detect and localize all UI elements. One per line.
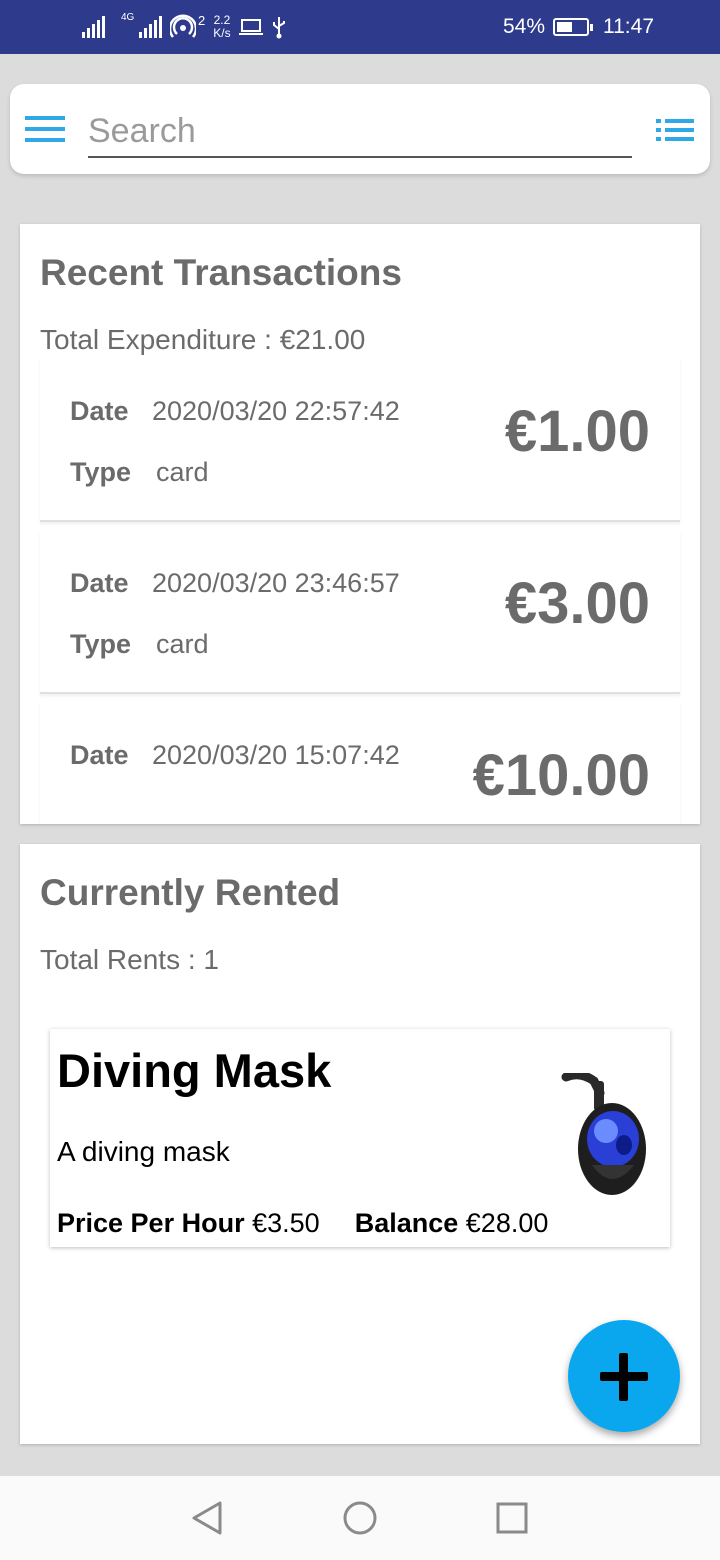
navigation-bar [0,1476,720,1560]
total-rents: Total Rents : 1 [40,944,219,975]
laptop-icon [238,19,263,35]
status-icons-left: 4G 2 2.2 K/s [82,10,287,44]
rental-item-description: A diving mask [57,1136,230,1167]
rental-item-name: Diving Mask [57,1044,332,1097]
diving-mask-image [561,1073,646,1195]
transaction-date: 2020/03/20 22:57:42 [152,396,400,426]
usb-icon [272,17,285,39]
home-icon[interactable] [340,1500,380,1536]
add-button[interactable] [568,1320,680,1432]
search-input[interactable] [88,106,632,158]
transaction-type: card [156,457,209,487]
price-per-hour-value: €3.50 [252,1208,320,1238]
search-bar [10,84,710,174]
battery-charging-icon [553,18,593,36]
recents-icon[interactable] [492,1500,532,1536]
transaction-amount: €3.00 [504,571,650,636]
signal-4g-icon: 4G [119,12,162,38]
recent-transactions-title: Recent Transactions [40,252,402,293]
recent-transactions-card: Recent Transactions Total Expenditure : … [20,224,700,824]
clock: 11:47 [603,15,654,38]
date-label: Date [70,396,129,426]
status-bar: 4G 2 2.2 K/s 54% 11:47 [0,0,720,54]
hotspot-icon [170,14,196,38]
battery-level-fill [557,22,573,32]
transaction-date: 2020/03/20 15:07:42 [152,740,400,770]
rental-item-meta: Price Per Hour €3.50 Balance €28.00 [57,1208,548,1239]
transaction-type: card [156,629,209,659]
list-view-icon[interactable] [656,118,694,142]
status-icons-right: 54% 11:47 [503,10,654,44]
rental-item-card[interactable]: Diving Mask A diving mask Price Per Hour… [50,1029,670,1247]
total-expenditure: Total Expenditure : €21.00 [40,324,366,355]
hotspot-count: 2 [198,12,206,28]
back-icon[interactable] [188,1500,228,1536]
type-label: Type [70,629,132,659]
transaction-item[interactable]: Date 2020/03/20 22:57:42 Type card €1.00 [40,358,680,522]
balance-label: Balance [354,1208,459,1238]
signal-icon [82,16,105,38]
transaction-date: 2020/03/20 23:46:57 [152,568,400,598]
transaction-item[interactable]: Date 2020/03/20 15:07:42 €10.00 [40,702,680,824]
currently-rented-title: Currently Rented [40,872,341,913]
transaction-amount: €1.00 [504,399,650,464]
transaction-item[interactable]: Date 2020/03/20 23:46:57 Type card €3.00 [40,530,680,694]
transaction-amount: €10.00 [472,743,650,808]
battery-percentage: 54% [502,15,545,38]
date-label: Date [70,740,129,770]
menu-icon[interactable] [25,116,65,142]
balance-value: €28.00 [465,1208,549,1238]
network-speed: 2.2 K/s [213,13,231,40]
date-label: Date [70,568,129,598]
price-per-hour-label: Price Per Hour [57,1208,245,1238]
type-label: Type [70,457,132,487]
